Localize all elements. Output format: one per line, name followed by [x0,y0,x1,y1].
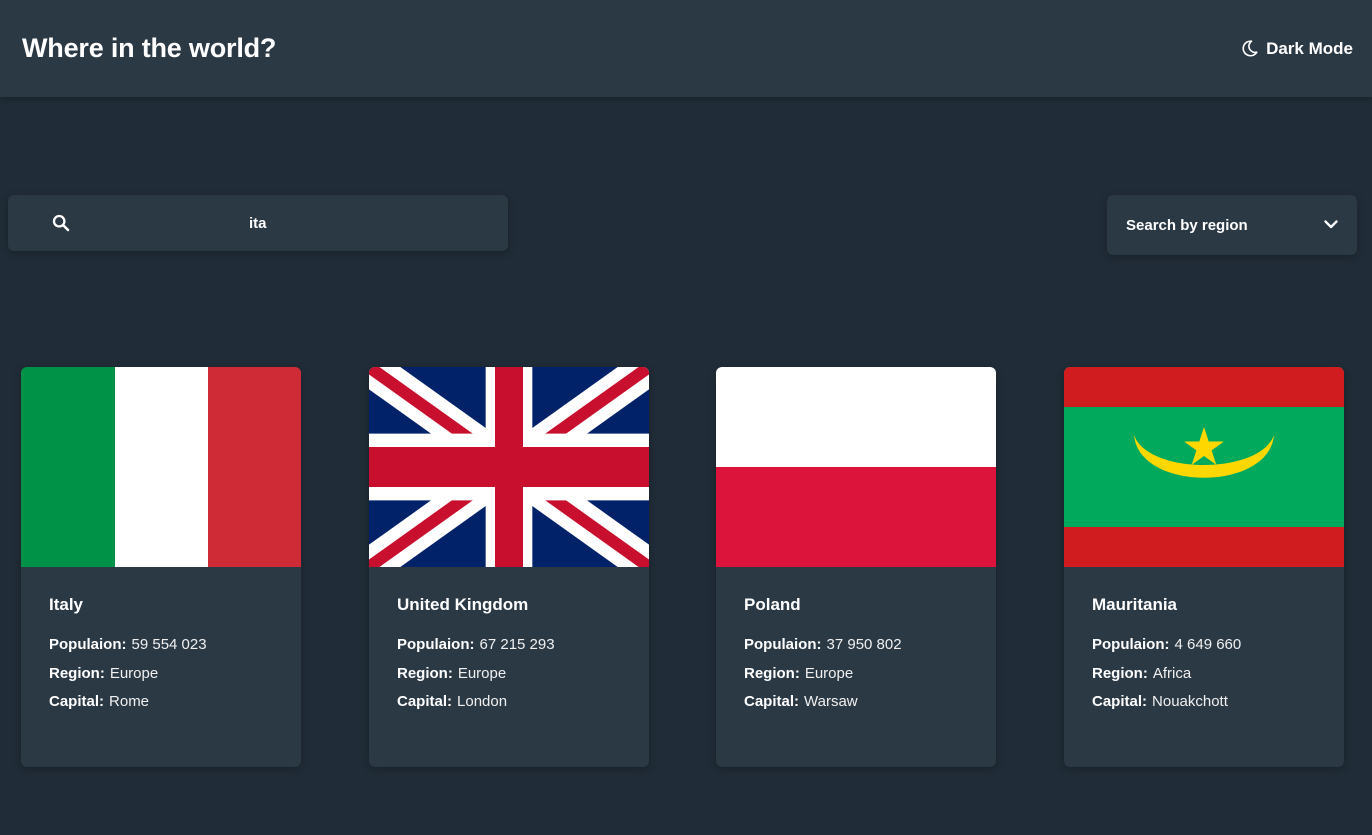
population-label: Populaion: [397,636,475,653]
capital-label: Capital: [744,693,800,710]
capital-row: Capital: Rome [49,688,273,717]
mauritania-flag [1064,367,1344,567]
population-row: Populaion: 4 649 660 [1092,631,1316,660]
dark-mode-toggle[interactable]: Dark Mode [1242,39,1353,59]
capital-label: Capital: [397,693,453,710]
capital-value: Warsaw [804,693,858,710]
country-card-united-kingdom[interactable]: United Kingdom Populaion: 67 215 293 Regi… [369,367,649,767]
population-row: Populaion: 59 554 023 [49,631,273,660]
country-name: Poland [744,595,801,614]
population-value: 67 215 293 [479,636,555,653]
poland-flag [716,367,996,567]
population-row: Populaion: 37 950 802 [744,631,968,660]
region-row: Region: Europe [49,660,273,689]
country-name: United Kingdom [397,595,529,614]
population-value: 37 950 802 [826,636,902,653]
country-card-mauritania[interactable]: Mauritania Populaion: 4 649 660 Region: Af… [1064,367,1344,767]
region-label: Region: [744,664,800,682]
search-input[interactable] [98,195,498,251]
capital-value: Rome [109,693,150,710]
chevron-down-icon [1324,216,1338,234]
capital-label: Capital: [1092,693,1148,710]
region-value: Europe [457,664,507,682]
region-value: Europe [804,664,854,682]
region-row: Region: Africa [1092,660,1316,689]
capital-label: Capital: [49,693,105,710]
uk-flag [369,367,649,567]
app-title: Where in the world? [22,33,277,63]
population-value: 59 554 023 [131,636,207,653]
header-bar: Where in the world? Dark Mode [0,0,1372,97]
capital-row: Capital: Warsaw [744,688,968,717]
search-box [8,195,508,251]
region-label: Region: [1092,664,1148,682]
region-value: Africa [1152,664,1192,682]
region-filter-dropdown[interactable]: Search by region [1107,195,1357,255]
italy-flag [21,367,301,567]
country-name: Mauritania [1092,595,1178,614]
population-label: Populaion: [49,636,127,653]
capital-value: London [457,693,508,710]
population-label: Populaion: [744,636,822,653]
population-label: Populaion: [1092,636,1170,653]
country-card-italy[interactable]: Italy Populaion: 59 554 023 Region: Europe… [21,367,301,767]
capital-row: Capital: London [397,688,621,717]
region-label: Region: [397,664,453,682]
moon-icon [1242,40,1258,57]
region-row: Region: Europe [397,660,621,689]
region-label: Region: [49,664,105,682]
region-row: Region: Europe [744,660,968,689]
capital-value: Nouakchott [1152,693,1228,710]
dark-mode-label: Dark Mode [1266,38,1353,58]
capital-row: Capital: Nouakchott [1092,688,1316,717]
search-icon [52,214,70,237]
country-card-poland[interactable]: Poland Populaion: 37 950 802 Region: Europ… [716,367,996,767]
population-row: Populaion: 67 215 293 [397,631,621,660]
country-name: Italy [49,595,84,614]
region-filter-label: Search by region [1126,216,1248,234]
population-value: 4 649 660 [1174,636,1242,653]
region-value: Europe [109,664,159,682]
